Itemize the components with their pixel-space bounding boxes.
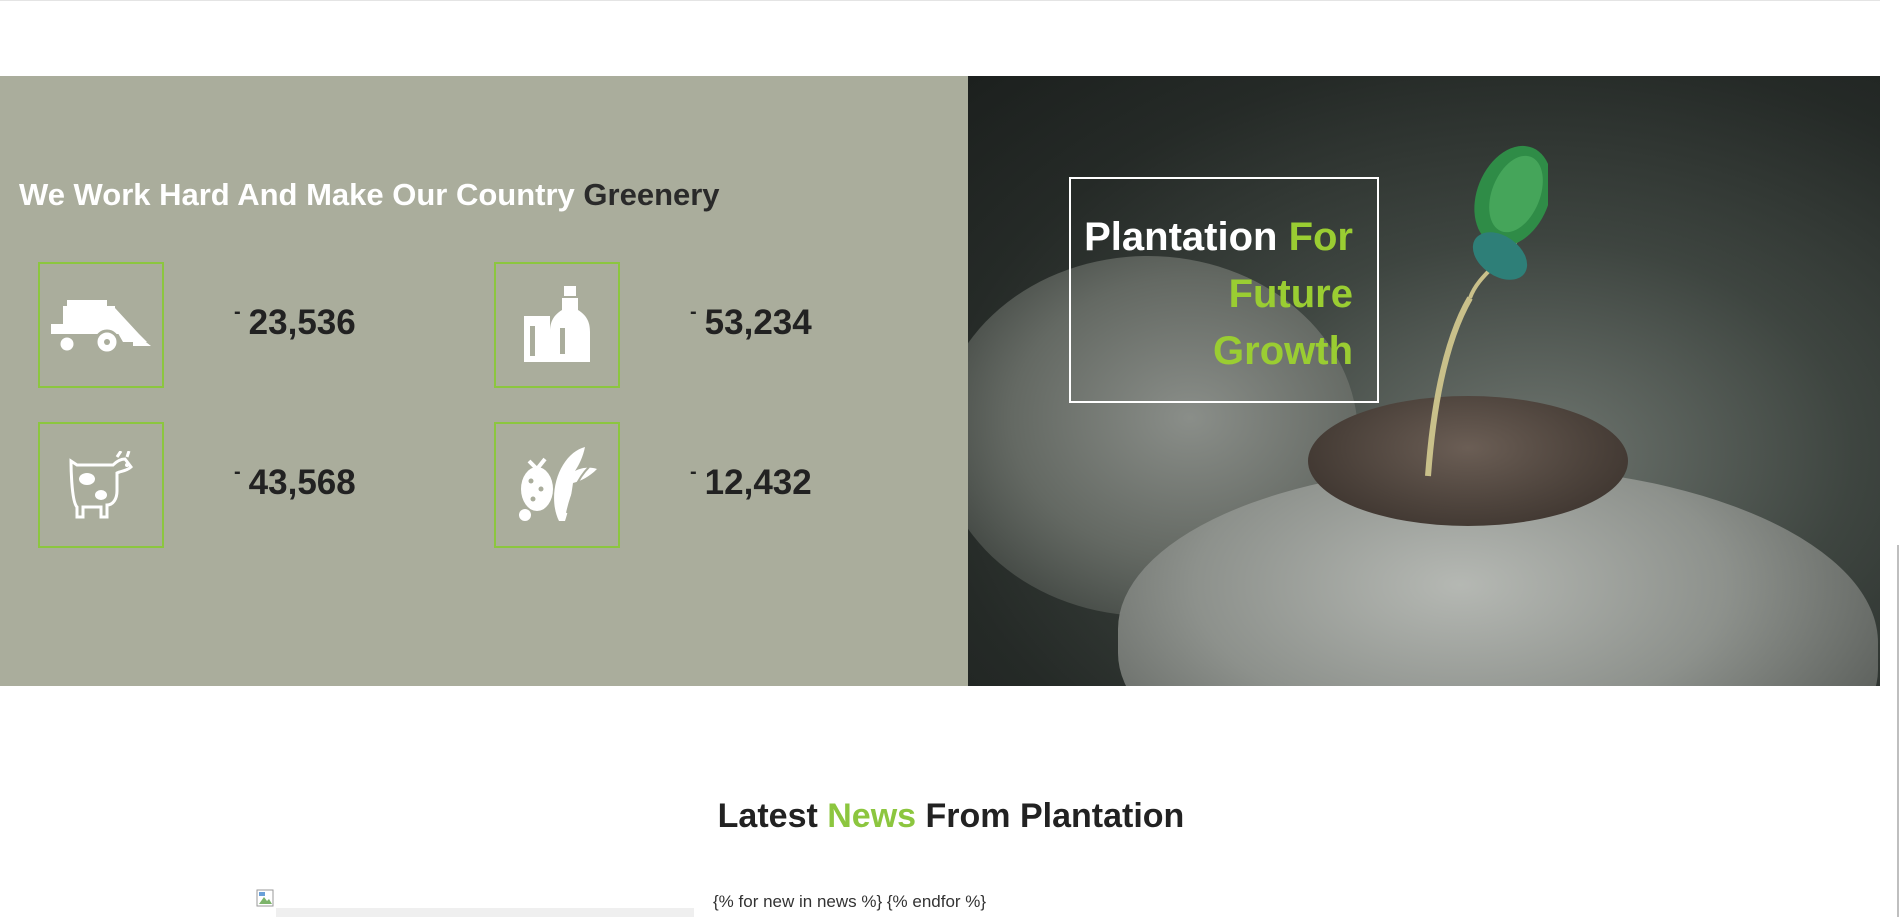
hero-banner: Plantation For Future Growth: [968, 76, 1880, 686]
news-image-placeholder: [276, 908, 694, 917]
stat-value: -23,536: [234, 301, 356, 342]
milk-bottle-icon: [494, 262, 620, 388]
top-divider: [0, 0, 1902, 1]
stats-section: We Work Hard And Make Our Country Greene…: [0, 76, 968, 686]
hero-heading-frame: Plantation For Future Growth: [1069, 177, 1379, 403]
sprout-image: [1425, 145, 1548, 477]
broken-image-icon: [256, 889, 274, 907]
hero-heading: Plantation For Future Growth: [1084, 215, 1353, 373]
scrollbar[interactable]: [1897, 545, 1899, 917]
harvester-icon: [38, 262, 164, 388]
stat-value: -12,432: [690, 461, 812, 502]
news-template-text: {% for new in news %} {% endfor %}: [713, 892, 987, 911]
stat-value: -53,234: [690, 301, 812, 342]
vegetables-icon: [494, 422, 620, 548]
news-heading: Latest News From Plantation: [717, 797, 1185, 835]
stats-heading: We Work Hard And Make Our Country Greene…: [19, 177, 720, 212]
stat-value: -43,568: [234, 461, 356, 502]
cow-icon: [38, 422, 164, 548]
